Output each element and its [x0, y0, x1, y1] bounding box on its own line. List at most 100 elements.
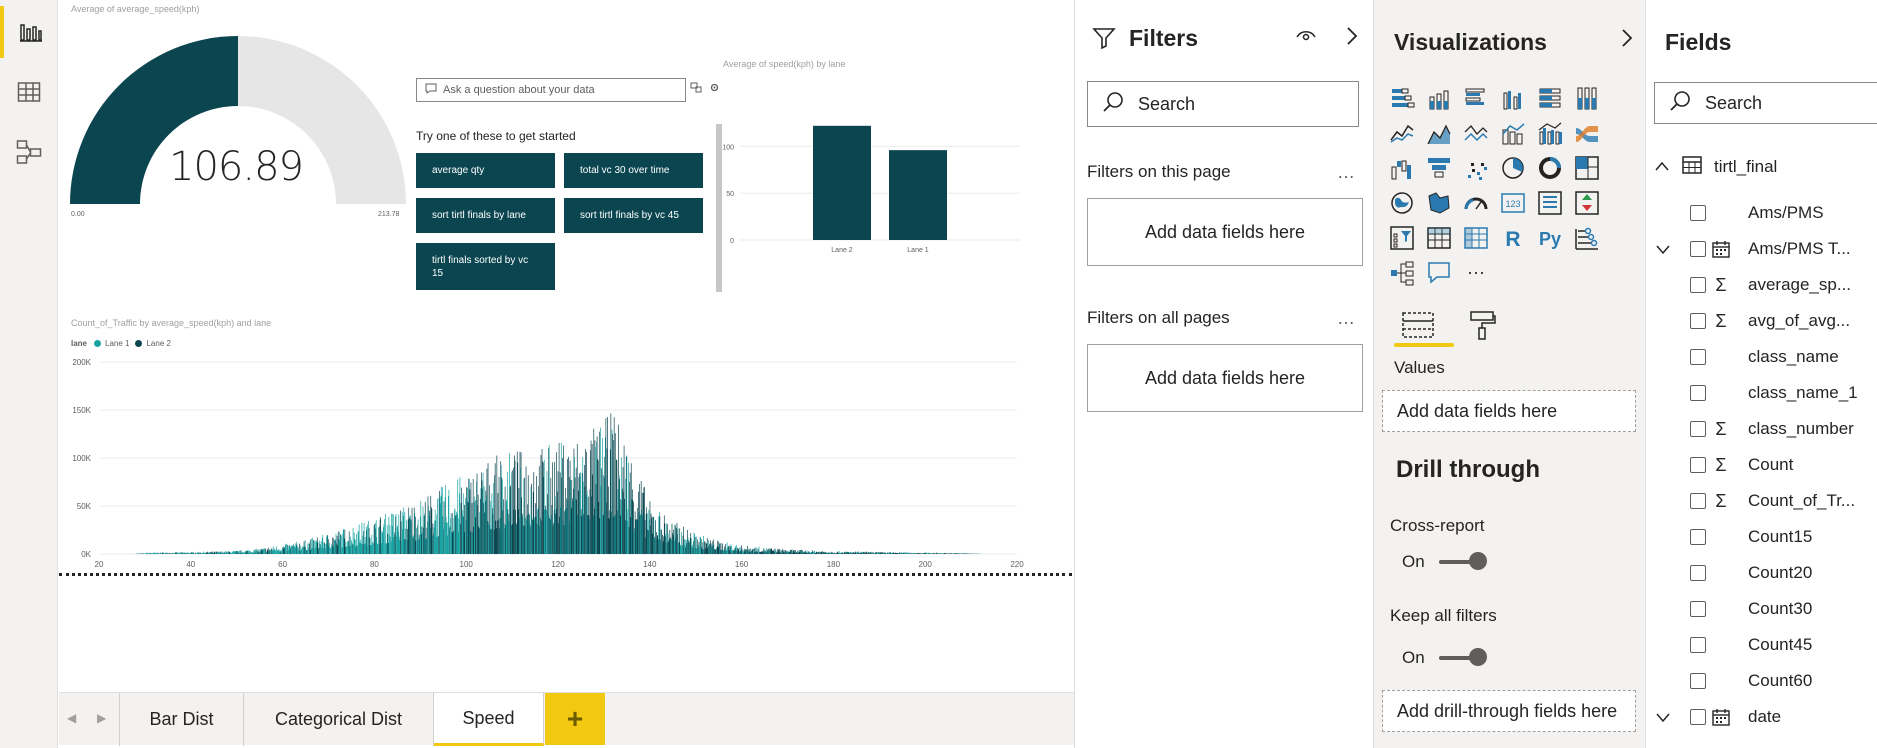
drill-through-drop-zone[interactable]: Add drill-through fields here	[1382, 690, 1636, 732]
filters-page-more-button[interactable]: …	[1337, 162, 1357, 183]
chevron-up-icon[interactable]	[1654, 159, 1670, 175]
field-checkbox[interactable]	[1690, 421, 1706, 437]
area-chart-icon[interactable]	[1425, 119, 1453, 147]
format-paint-roller-tab[interactable]	[1458, 305, 1506, 345]
treemap-icon[interactable]	[1573, 154, 1601, 182]
waterfall-icon[interactable]	[1388, 154, 1416, 182]
pie-chart-icon[interactable]	[1499, 154, 1527, 182]
tab-next-arrow-icon[interactable]: ▶	[97, 711, 106, 725]
map-icon[interactable]	[1388, 189, 1416, 217]
field-item[interactable]: Ams/PMS	[1647, 198, 1824, 228]
field-item[interactable]: Count20	[1647, 558, 1812, 588]
tab-categorical-dist[interactable]: Categorical Dist	[244, 693, 434, 746]
card-icon[interactable]: 123	[1499, 189, 1527, 217]
model-view-button[interactable]	[0, 126, 58, 178]
more-visuals-icon[interactable]: ···	[1462, 259, 1490, 287]
field-checkbox[interactable]	[1690, 637, 1706, 653]
fields-search-input[interactable]: Search	[1654, 82, 1877, 124]
tab-prev-arrow-icon[interactable]: ◀	[67, 711, 76, 725]
field-item[interactable]: Σaverage_sp...	[1647, 270, 1851, 300]
field-checkbox[interactable]	[1690, 241, 1706, 257]
bar[interactable]	[889, 150, 947, 240]
kpi-icon[interactable]	[1573, 189, 1601, 217]
chevron-down-icon[interactable]	[1647, 711, 1679, 723]
field-item[interactable]: Σclass_number	[1647, 414, 1854, 444]
field-item[interactable]: Count45	[1647, 630, 1812, 660]
clustered-bar-icon[interactable]	[1462, 84, 1490, 112]
ribbon-chart-icon[interactable]	[1573, 119, 1601, 147]
filled-map-icon[interactable]	[1425, 189, 1453, 217]
stacked-area-icon[interactable]	[1462, 119, 1490, 147]
line-chart-icon[interactable]	[1388, 119, 1416, 147]
field-item[interactable]: date	[1647, 702, 1781, 732]
filters-all-more-button[interactable]: …	[1337, 308, 1357, 329]
values-drop-zone[interactable]: Add data fields here	[1382, 390, 1636, 432]
python-visual-icon[interactable]: Py	[1536, 224, 1564, 252]
field-item[interactable]: class_name	[1647, 342, 1839, 372]
field-checkbox[interactable]	[1690, 277, 1706, 293]
decomposition-tree-icon[interactable]	[1388, 259, 1416, 287]
stacked-column-icon[interactable]	[1425, 84, 1453, 112]
qa-suggestion-button[interactable]: tirtl finals sorted by vc 15	[416, 243, 555, 290]
page-filters-drop[interactable]: Add data fields here	[1087, 198, 1363, 266]
field-checkbox[interactable]	[1690, 565, 1706, 581]
line-clustered-icon[interactable]	[1536, 119, 1564, 147]
filters-search-input[interactable]: Search	[1087, 81, 1359, 127]
field-item[interactable]: Σavg_of_avg...	[1647, 306, 1850, 336]
r-visual-icon[interactable]: R	[1499, 224, 1527, 252]
gauge-icon[interactable]	[1462, 189, 1490, 217]
speed-histogram[interactable]: 200K 150K 100K 50K 0K 20 40 60 80 100 120 140 160 180…	[59, 354, 1024, 572]
table-icon[interactable]	[1425, 224, 1453, 252]
cross-report-toggle[interactable]: On	[1402, 552, 1487, 572]
field-item[interactable]: Count60	[1647, 666, 1812, 696]
report-view-button[interactable]	[0, 6, 58, 58]
donut-chart-icon[interactable]	[1536, 154, 1564, 182]
bar[interactable]	[813, 125, 871, 240]
clustered-column-icon[interactable]	[1499, 84, 1527, 112]
all-pages-filters-drop[interactable]: Add data fields here	[1087, 344, 1363, 412]
qa-suggestion-button[interactable]: average qty	[416, 153, 555, 188]
table-node[interactable]: tirtl_final	[1654, 152, 1777, 182]
scatter-icon[interactable]	[1462, 154, 1490, 182]
tab-speed[interactable]: Speed	[434, 693, 544, 746]
field-item[interactable]: Count15	[1647, 522, 1812, 552]
convert-visual-icon[interactable]	[690, 82, 705, 96]
matrix-icon[interactable]	[1462, 224, 1490, 252]
field-checkbox[interactable]	[1690, 673, 1706, 689]
field-checkbox[interactable]	[1690, 457, 1706, 473]
field-item[interactable]: Ams/PMS T...	[1647, 234, 1851, 264]
field-item[interactable]: Σ Count	[1647, 450, 1793, 480]
line-column-icon[interactable]	[1499, 119, 1527, 147]
tab-bar-dist[interactable]: Bar Dist	[119, 693, 244, 746]
settings-gear-icon[interactable]	[709, 83, 720, 96]
add-page-button[interactable]: +	[545, 693, 605, 745]
slicer-icon[interactable]	[1388, 224, 1416, 252]
data-view-button[interactable]	[0, 66, 58, 118]
field-checkbox[interactable]	[1690, 205, 1706, 221]
fields-well-tab[interactable]	[1394, 305, 1442, 345]
chevron-down-icon[interactable]	[1647, 243, 1679, 255]
funnel-icon[interactable]	[1425, 154, 1453, 182]
stacked-bar-icon[interactable]	[1388, 84, 1416, 112]
field-checkbox[interactable]	[1690, 313, 1706, 329]
qa-suggestion-button[interactable]: sort tirtl finals by lane	[416, 198, 555, 233]
field-item[interactable]: class_name_1	[1647, 378, 1858, 408]
field-item[interactable]: Σ Count_of_Tr...	[1647, 486, 1855, 516]
100-column-icon[interactable]	[1573, 84, 1601, 112]
qa-suggestion-button[interactable]: sort tirtl finals by vc 45	[564, 198, 703, 233]
eye-icon[interactable]	[1295, 28, 1317, 49]
field-checkbox[interactable]	[1690, 601, 1706, 617]
qa-suggestion-button[interactable]: total vc 30 over time	[564, 153, 703, 188]
field-checkbox[interactable]	[1690, 349, 1706, 365]
collapse-chevron-icon[interactable]	[1620, 28, 1634, 53]
field-checkbox[interactable]	[1690, 529, 1706, 545]
field-item[interactable]: Count30	[1647, 594, 1812, 624]
qa-visual-icon[interactable]	[1425, 259, 1453, 287]
key-influencers-icon[interactable]	[1573, 224, 1601, 252]
qa-input[interactable]: Ask a question about your data	[416, 78, 686, 102]
100-bar-icon[interactable]	[1536, 84, 1564, 112]
collapse-chevron-icon[interactable]	[1345, 26, 1359, 51]
field-checkbox[interactable]	[1690, 493, 1706, 509]
field-checkbox[interactable]	[1690, 385, 1706, 401]
field-checkbox[interactable]	[1690, 709, 1706, 725]
